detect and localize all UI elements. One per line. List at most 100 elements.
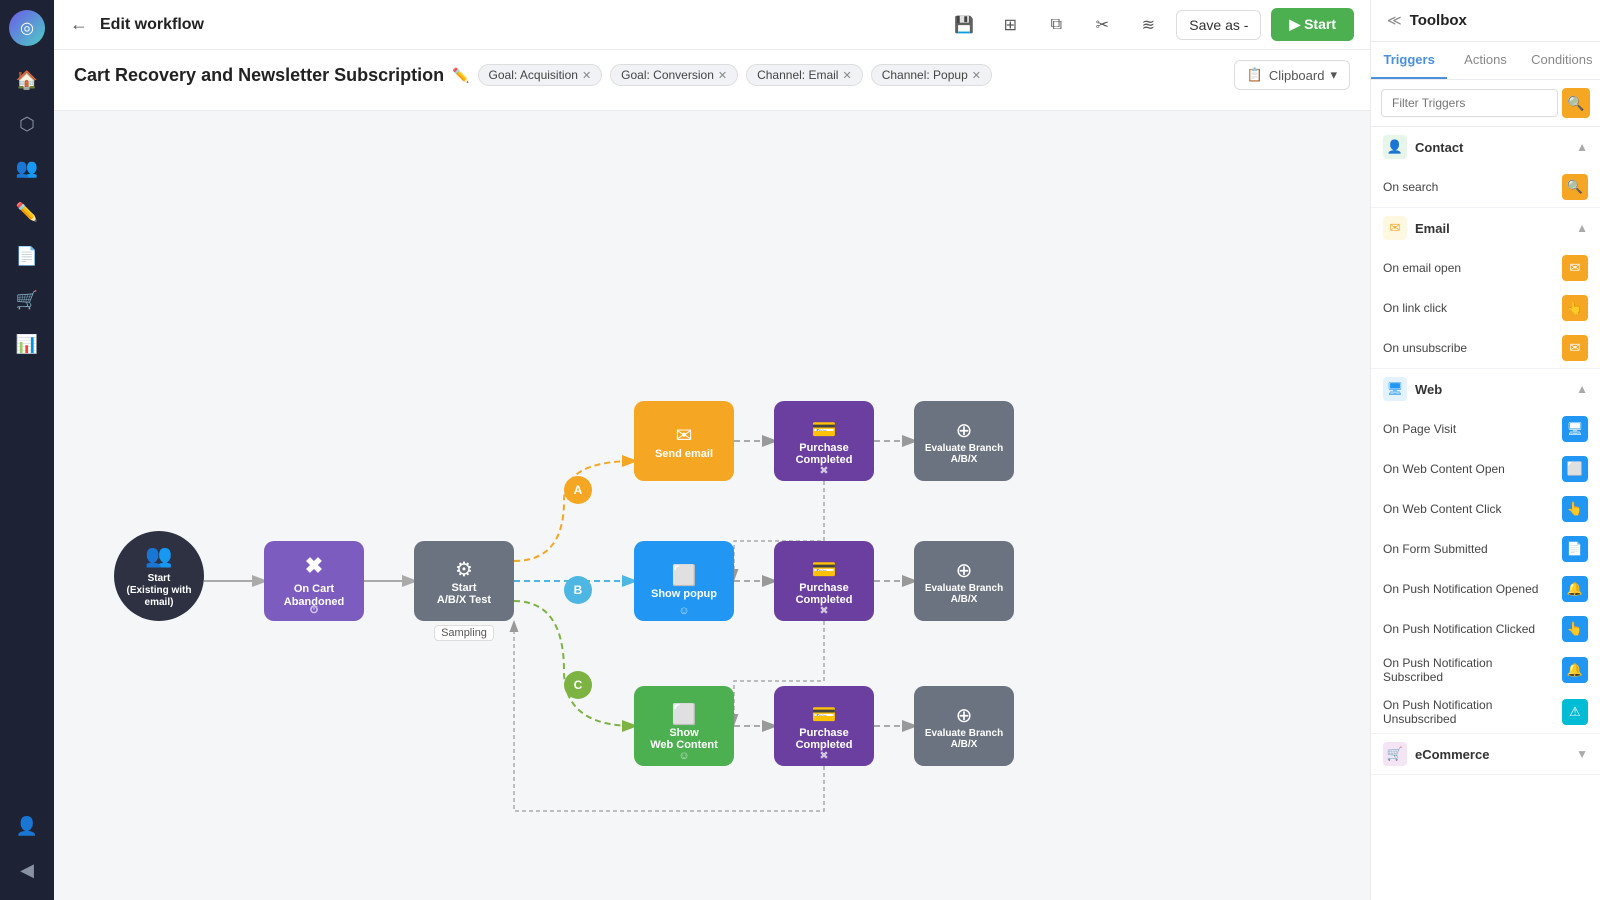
on-link-click-icon: 👆 [1562,295,1588,321]
sidebar-collapse-btn[interactable]: ◀ [7,850,47,890]
tag-channel-popup: Channel: Popup ✕ [871,64,992,86]
top-bar: ← Edit workflow 💾 ⊞ ⧉ ✂ ≋ Save as - ▶ St… [54,0,1370,50]
email-chevron-icon: ▲ [1576,221,1588,235]
trigger-on-web-content-click[interactable]: On Web Content Click 👆 [1371,489,1600,529]
node-sampling[interactable]: ⚙ StartA/B/X Test Sampling [414,541,514,621]
sidebar-item-edit[interactable]: ✏️ [7,192,47,232]
show-web-icon: ⬜ [672,702,697,727]
purchase-a-icon: 💳 [812,417,837,442]
contact-section-title: Contact [1415,140,1568,155]
tab-conditions[interactable]: Conditions [1524,42,1600,79]
clipboard-icon: 📋 [1247,67,1263,83]
trigger-on-email-open[interactable]: On email open ✉ [1371,248,1600,288]
node-purchase-c[interactable]: 💳 PurchaseCompleted ✖ [774,686,874,766]
node-cart-abandoned[interactable]: ✖ On CartAbandoned ⏱ [264,541,364,621]
trigger-on-push-unsubscribed[interactable]: On Push Notification Unsubscribed ⚠ [1371,691,1600,733]
app-logo[interactable]: ◎ [9,10,45,46]
tag-channel-popup-remove[interactable]: ✕ [972,69,981,82]
popup-sub-icon: ☺ [678,605,689,617]
top-bar-actions: 💾 ⊞ ⧉ ✂ ≋ Save as - ▶ Start [946,7,1354,43]
trigger-on-link-click[interactable]: On link click 👆 [1371,288,1600,328]
web-section-icon: 🖥 [1383,377,1407,401]
sidebar-item-home[interactable]: 🏠 [7,60,47,100]
start-button[interactable]: ▶ Start [1271,8,1354,41]
clipboard-button[interactable]: 📋 Clipboard ▾ [1234,60,1350,90]
sidebar-item-analytics[interactable]: 📊 [7,324,47,364]
tab-actions[interactable]: Actions [1447,42,1523,79]
tag-channel-email-remove[interactable]: ✕ [842,69,851,82]
section-ecommerce-header[interactable]: 🛒 eCommerce ▼ [1371,734,1600,774]
on-form-submitted-label: On Form Submitted [1383,542,1554,556]
web-chevron-icon: ▲ [1576,382,1588,396]
eval-a-label: Evaluate BranchA/B/X [925,443,1003,465]
cart-icon: ✖ [305,553,323,579]
toolbox-collapse-btn[interactable]: ≪ [1387,12,1402,29]
node-start[interactable]: 👥 Start(Existing withemail) [114,531,204,621]
trigger-on-form-submitted[interactable]: On Form Submitted 📄 [1371,529,1600,569]
purchase-b-label: PurchaseCompleted [796,582,853,606]
trigger-on-page-visit[interactable]: On Page Visit 🖥 [1371,409,1600,449]
node-purchase-a[interactable]: 💳 PurchaseCompleted ✖ [774,401,874,481]
eval-b-icon: ⊕ [956,558,973,583]
grid-icon-btn[interactable]: ⊞ [992,7,1028,43]
trigger-on-push-clicked[interactable]: On Push Notification Clicked 👆 [1371,609,1600,649]
copy-icon-btn[interactable]: ⧉ [1038,7,1074,43]
trigger-on-web-content-open[interactable]: On Web Content Open ⬜ [1371,449,1600,489]
sidebar-item-contacts[interactable]: 👥 [7,148,47,188]
ecommerce-section-icon: 🛒 [1383,742,1407,766]
on-search-icon: 🔍 [1562,174,1588,200]
save-icon-btn[interactable]: 💾 [946,7,982,43]
tag-goal-acquisition-remove[interactable]: ✕ [582,69,591,82]
node-eval-a[interactable]: ⊕ Evaluate BranchA/B/X [914,401,1014,481]
tag-goal-conversion: Goal: Conversion ✕ [610,64,738,86]
node-eval-c[interactable]: ⊕ Evaluate BranchA/B/X [914,686,1014,766]
send-email-icon: ✉ [676,423,693,448]
tab-triggers[interactable]: Triggers [1371,42,1447,79]
eval-b-label: Evaluate BranchA/B/X [925,583,1003,605]
show-popup-label: Show popup [651,588,717,600]
trigger-on-push-subscribed[interactable]: On Push Notification Subscribed 🔔 [1371,649,1600,691]
back-button[interactable]: ← [70,14,88,35]
section-contact: 👤 Contact ▲ On search 🔍 [1371,127,1600,208]
sampling-label: StartA/B/X Test [437,582,491,606]
node-purchase-b[interactable]: 💳 PurchaseCompleted ✖ [774,541,874,621]
contact-section-icon: 👤 [1383,135,1407,159]
flow-icon-btn[interactable]: ≋ [1130,7,1166,43]
branch-c-label: C [564,671,592,699]
workflow-title: Cart Recovery and Newsletter Subscriptio… [74,65,444,86]
sidebar-item-hub[interactable]: ⬡ [7,104,47,144]
on-unsubscribe-label: On unsubscribe [1383,341,1554,355]
toolbox-title: Toolbox [1410,12,1467,29]
cart-sub-icon: ⏱ [310,604,319,617]
purchase-a-sub: ✖ [819,464,828,477]
workflow-edit-icon[interactable]: ✏️ [452,67,469,84]
tag-goal-conversion-remove[interactable]: ✕ [718,69,727,82]
logo-icon: ◎ [20,18,34,38]
on-push-opened-icon: 🔔 [1562,576,1588,602]
main-content: ← Edit workflow 💾 ⊞ ⧉ ✂ ≋ Save as - ▶ St… [54,0,1370,900]
trigger-on-push-opened[interactable]: On Push Notification Opened 🔔 [1371,569,1600,609]
canvas-area[interactable]: 👥 Start(Existing withemail) ✖ On CartAba… [54,111,1370,900]
trigger-on-unsubscribe[interactable]: On unsubscribe ✉ [1371,328,1600,368]
sidebar-item-cart[interactable]: 🛒 [7,280,47,320]
section-contact-header[interactable]: 👤 Contact ▲ [1371,127,1600,167]
node-show-popup[interactable]: ⬜ Show popup ☺ [634,541,734,621]
purchase-c-label: PurchaseCompleted [796,727,853,751]
node-show-web-content[interactable]: ⬜ ShowWeb Content ☺ [634,686,734,766]
cut-icon-btn[interactable]: ✂ [1084,7,1120,43]
search-input[interactable] [1381,89,1558,117]
section-ecommerce: 🛒 eCommerce ▼ [1371,734,1600,775]
section-email-header[interactable]: ✉ Email ▲ [1371,208,1600,248]
on-search-label: On search [1383,180,1554,194]
search-button[interactable]: 🔍 [1562,88,1590,118]
on-push-unsubscribed-label: On Push Notification Unsubscribed [1383,698,1554,726]
right-toolbox: ≪ Toolbox Triggers Actions Conditions 🔍 … [1370,0,1600,900]
node-send-email[interactable]: ✉ Send email [634,401,734,481]
sidebar-item-profile[interactable]: 👤 [7,806,47,846]
save-as-button[interactable]: Save as - [1176,10,1261,40]
node-eval-b[interactable]: ⊕ Evaluate BranchA/B/X [914,541,1014,621]
trigger-on-search[interactable]: On search 🔍 [1371,167,1600,207]
section-web-header[interactable]: 🖥 Web ▲ [1371,369,1600,409]
purchase-b-icon: 💳 [812,557,837,582]
sidebar-item-docs[interactable]: 📄 [7,236,47,276]
